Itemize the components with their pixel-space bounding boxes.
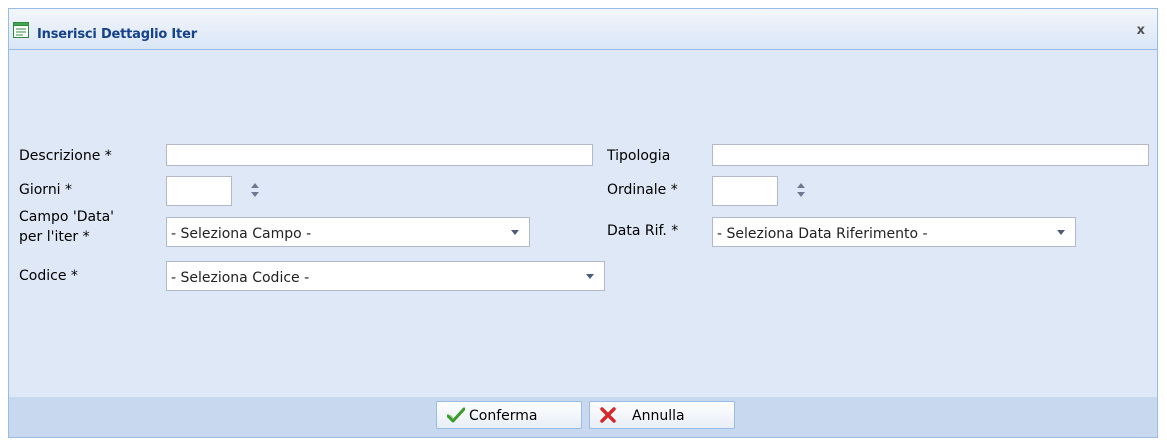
- campo-label-line1: Campo 'Data': [19, 209, 115, 225]
- form-icon: [13, 22, 29, 38]
- datarif-label: Data Rif. *: [607, 223, 679, 239]
- dialog-footer: Conferma Annulla: [9, 397, 1157, 437]
- tipologia-input[interactable]: [712, 144, 1149, 166]
- giorni-spinner-icon[interactable]: [249, 182, 261, 198]
- codice-selected-value: - Seleziona Codice -: [171, 270, 310, 286]
- giorni-input[interactable]: [166, 176, 232, 206]
- confirm-label: Conferma: [469, 408, 538, 424]
- x-icon: [600, 407, 616, 423]
- dialog-titlebar[interactable]: Inserisci Dettaglio Iter x: [9, 9, 1157, 50]
- form-body: Descrizione * Tipologia Giorni * Ordinal…: [13, 51, 1154, 394]
- close-icon[interactable]: x: [1137, 23, 1145, 38]
- descrizione-input[interactable]: [166, 144, 593, 166]
- confirm-button[interactable]: Conferma: [436, 401, 582, 429]
- ordinale-input[interactable]: [712, 176, 778, 206]
- dialog-title: Inserisci Dettaglio Iter: [37, 27, 197, 42]
- chevron-down-icon[interactable]: [586, 274, 594, 279]
- check-icon: [447, 407, 465, 423]
- campo-selected-value: - Seleziona Campo -: [171, 226, 312, 242]
- campo-select[interactable]: - Seleziona Campo -: [166, 217, 530, 247]
- campo-label-line2: per l'iter *: [19, 229, 90, 245]
- cancel-label: Annulla: [632, 408, 685, 424]
- giorni-label: Giorni *: [19, 182, 73, 198]
- codice-select[interactable]: - Seleziona Codice -: [166, 261, 605, 291]
- ordinale-spinner-icon[interactable]: [795, 182, 807, 198]
- dialog-window: Inserisci Dettaglio Iter x Descrizione *…: [8, 8, 1158, 438]
- chevron-down-icon[interactable]: [511, 230, 519, 235]
- ordinale-label: Ordinale *: [607, 182, 678, 198]
- tipologia-label: Tipologia: [607, 148, 671, 164]
- chevron-down-icon[interactable]: [1057, 230, 1065, 235]
- codice-label: Codice *: [19, 268, 78, 284]
- datarif-select[interactable]: - Seleziona Data Riferimento -: [712, 217, 1076, 247]
- descrizione-label: Descrizione *: [19, 148, 112, 164]
- datarif-selected-value: - Seleziona Data Riferimento -: [717, 226, 928, 242]
- cancel-button[interactable]: Annulla: [589, 401, 735, 429]
